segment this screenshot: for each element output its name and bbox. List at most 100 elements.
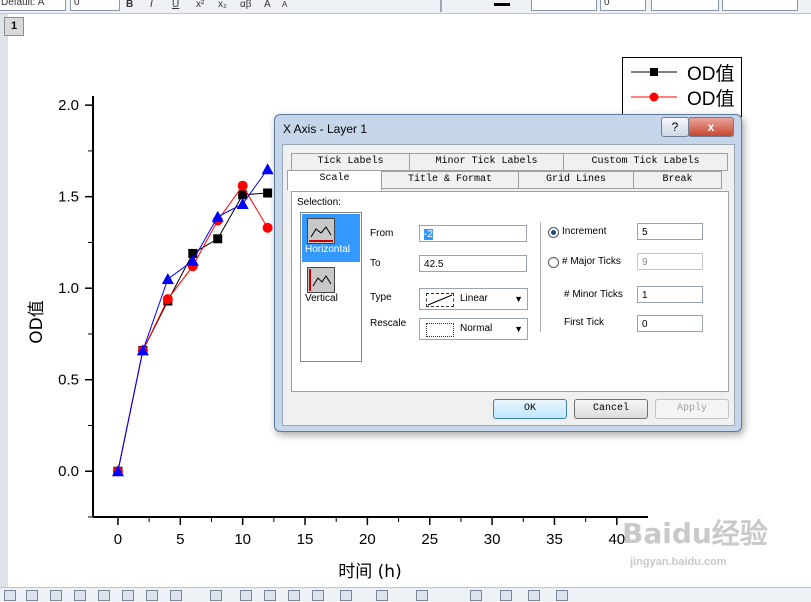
data-point-square (213, 234, 223, 244)
zoom-tool-icon[interactable] (4, 590, 16, 601)
ungroup-icon[interactable] (376, 590, 388, 601)
pointer-icon[interactable] (98, 590, 110, 601)
y-tick-label: 1.5 (58, 189, 79, 206)
increment-value: 5 (642, 227, 648, 238)
shape-tool-icon[interactable] (170, 590, 182, 601)
increment-input[interactable]: 5 (637, 223, 703, 240)
distribute-icon[interactable] (556, 590, 568, 601)
major-ticks-input[interactable]: 9 (637, 253, 703, 270)
close-button[interactable]: x (688, 117, 734, 137)
legend[interactable]: OD值 OD值 (622, 57, 742, 117)
y-tick-label: 0.0 (58, 463, 79, 480)
help-button[interactable]: ? (661, 117, 689, 137)
data-reader-icon[interactable] (26, 590, 38, 601)
minor-ticks-label: # Minor Ticks (564, 289, 623, 300)
x-tick-label: 0 (114, 531, 122, 548)
apply-button[interactable]: Apply (655, 399, 729, 419)
tab-minor-tick-labels[interactable]: Minor Tick Labels (409, 153, 564, 171)
type-select[interactable]: Linear ▼ (419, 288, 528, 310)
group-icon[interactable] (340, 590, 352, 601)
increment-radio[interactable] (548, 227, 559, 238)
arrow-tool-icon[interactable] (146, 590, 158, 601)
first-tick-input[interactable]: 0 (637, 315, 703, 332)
data-point-triangle (236, 197, 249, 209)
rescale-icon (426, 323, 454, 337)
minor-ticks-input[interactable]: 1 (637, 286, 703, 303)
align-bottom-icon[interactable] (312, 590, 324, 601)
y-tick-label: 0.5 (58, 372, 79, 389)
data-point-circle (237, 180, 248, 191)
x-axis-dialog: X Axis - Layer 1 ? x Tick Labels Minor T… (274, 114, 742, 432)
from-input[interactable]: -2 (419, 225, 527, 242)
linear-scale-icon (426, 293, 454, 307)
tab-grid-lines[interactable]: Grid Lines (518, 171, 634, 189)
chevron-down-icon: ▼ (514, 324, 523, 334)
data-point-square (263, 188, 273, 198)
dialog-client-area: Tick Labels Minor Tick Labels Custom Tic… (282, 144, 735, 426)
watermark-text: Baidu经验 (622, 517, 768, 550)
data-point-circle (162, 294, 173, 305)
x-tick-label: 20 (359, 531, 376, 548)
flip-icon[interactable] (528, 590, 540, 601)
rotate-icon[interactable] (500, 590, 512, 601)
selection-item-vertical[interactable]: Vertical (302, 263, 360, 311)
data-selector-icon[interactable] (74, 590, 86, 601)
dialog-title: X Axis - Layer 1 (283, 122, 368, 136)
back-icon[interactable] (470, 590, 482, 601)
front-icon[interactable] (416, 590, 428, 601)
minor-ticks-value: 1 (642, 290, 648, 301)
first-tick-value: 0 (642, 319, 648, 330)
chevron-down-icon: ▼ (514, 294, 523, 304)
baidu-watermark: Baidu经验 jingyan.baidu.com (622, 512, 768, 568)
selection-item-horizontal[interactable]: Horizontal (302, 214, 360, 262)
rescale-select[interactable]: Normal ▼ (419, 318, 528, 340)
x-tick-label: 35 (546, 531, 563, 548)
selection-label: Selection: (297, 197, 341, 208)
selection-item-label: Vertical (305, 293, 338, 304)
series-line (117, 168, 269, 472)
from-value: -2 (424, 229, 433, 240)
ok-button[interactable]: OK (493, 399, 567, 419)
align-right-icon[interactable] (264, 590, 276, 601)
text-tool-icon[interactable] (122, 590, 134, 601)
horizontal-axis-icon (307, 218, 335, 244)
tab-tick-labels[interactable]: Tick Labels (291, 153, 410, 171)
to-input[interactable]: 42.5 (419, 255, 527, 272)
data-point-circle (262, 222, 273, 233)
data-point-triangle (161, 273, 174, 285)
vertical-axis-icon (307, 267, 335, 293)
rescale-label: Rescale (370, 318, 407, 329)
screen-reader-icon[interactable] (50, 590, 62, 601)
to-label: To (370, 258, 381, 269)
tab-custom-tick-labels[interactable]: Custom Tick Labels (563, 153, 728, 171)
series-line (117, 184, 269, 472)
to-value: 42.5 (424, 259, 444, 270)
legend-symbol-square (631, 68, 677, 76)
tab-break[interactable]: Break (633, 171, 722, 189)
x-tick-label: 5 (176, 531, 184, 548)
x-axis-title: 时间 (h) (338, 562, 401, 582)
selection-list[interactable]: Horizontal Vertical (300, 212, 362, 362)
scale-panel: Selection: Horizontal Vertical From -2 T… (291, 191, 729, 392)
tab-scale[interactable]: Scale (287, 170, 382, 191)
type-value: Linear (460, 293, 488, 304)
data-point-triangle (211, 210, 224, 222)
watermark-url: jingyan.baidu.com (630, 556, 727, 568)
from-label: From (370, 228, 394, 239)
x-tick-label: 30 (484, 531, 501, 548)
layer-tool-icon[interactable] (210, 590, 222, 601)
x-tick-label: 10 (234, 531, 251, 548)
align-left-icon[interactable] (240, 590, 252, 601)
legend-label: OD值 (687, 88, 735, 110)
major-ticks-label: # Major Ticks (562, 256, 621, 267)
y-axis-title: OD值 (27, 300, 47, 343)
divider (540, 222, 541, 332)
tab-title-format[interactable]: Title & Format (381, 171, 519, 189)
y-tick-label: 2.0 (58, 97, 79, 114)
selection-item-label: Horizontal (305, 244, 351, 255)
major-ticks-radio[interactable] (548, 257, 559, 268)
align-top-icon[interactable] (288, 590, 300, 601)
cancel-button[interactable]: Cancel (574, 399, 648, 419)
increment-label: Increment (562, 226, 607, 237)
rescale-value: Normal (460, 323, 493, 334)
